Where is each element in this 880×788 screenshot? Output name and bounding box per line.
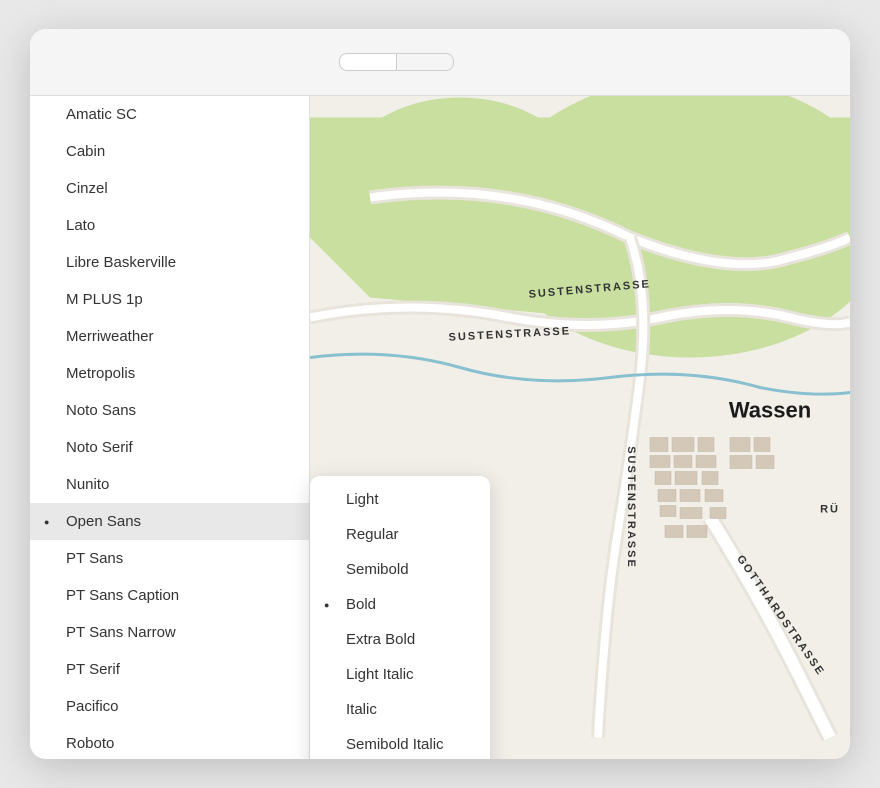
weight-item-italic[interactable]: Italic	[310, 692, 490, 727]
font-item-pt-sans-caption[interactable]: PT Sans Caption	[30, 577, 309, 614]
toolbar-center	[339, 53, 454, 71]
font-item-pt-sans-narrow[interactable]: PT Sans Narrow	[30, 614, 309, 651]
font-item-pt-serif[interactable]: PT Serif	[30, 651, 309, 688]
city-label: Wassen	[729, 398, 811, 423]
weight-dropdown: LightRegularSemiboldBoldExtra BoldLight …	[310, 476, 490, 759]
app-container: Amatic SCCabinCinzelLatoLibre Baskervill…	[30, 29, 850, 759]
weight-item-semibold[interactable]: Semibold	[310, 552, 490, 587]
weight-item-regular[interactable]: Regular	[310, 517, 490, 552]
font-item-roboto[interactable]: Roboto	[30, 725, 309, 759]
font-item-noto-serif[interactable]: Noto Serif	[30, 429, 309, 466]
font-item-open-sans[interactable]: Open Sans	[30, 503, 309, 540]
font-item-nunito[interactable]: Nunito	[30, 466, 309, 503]
font-sidebar: Amatic SCCabinCinzelLatoLibre Baskervill…	[30, 96, 310, 759]
toolbar	[30, 29, 850, 96]
weight-item-light[interactable]: Light	[310, 482, 490, 517]
font-item-noto-sans[interactable]: Noto Sans	[30, 392, 309, 429]
weight-item-bold[interactable]: Bold	[310, 587, 490, 622]
font-item-m-plus-1p[interactable]: M PLUS 1p	[30, 281, 309, 318]
weight-item-light-italic[interactable]: Light Italic	[310, 657, 490, 692]
road-label-vertical: SUSTENSTRASSE	[625, 446, 637, 569]
font-item-cabin[interactable]: Cabin	[30, 133, 309, 170]
back-button[interactable]	[466, 43, 504, 81]
toolbar-nav	[466, 43, 542, 81]
font-item-pacifico[interactable]: Pacifico	[30, 688, 309, 725]
font-item-cinzel[interactable]: Cinzel	[30, 170, 309, 207]
weight-item-extra-bold[interactable]: Extra Bold	[310, 622, 490, 657]
main-content: Amatic SCCabinCinzelLatoLibre Baskervill…	[30, 96, 850, 759]
road-label-r: RÜ	[820, 503, 840, 516]
weight-item-semibold-italic[interactable]: Semibold Italic	[310, 727, 490, 759]
font-item-metropolis[interactable]: Metropolis	[30, 355, 309, 392]
font-item-libre-baskerville[interactable]: Libre Baskerville	[30, 244, 309, 281]
font-item-merriweather[interactable]: Merriweather	[30, 318, 309, 355]
save-button[interactable]	[339, 53, 396, 71]
font-item-pt-sans[interactable]: PT Sans	[30, 540, 309, 577]
forward-button[interactable]	[504, 43, 542, 81]
font-item-lato[interactable]: Lato	[30, 207, 309, 244]
publish-button[interactable]	[396, 53, 454, 71]
font-item-amatic-sc[interactable]: Amatic SC	[30, 96, 309, 133]
